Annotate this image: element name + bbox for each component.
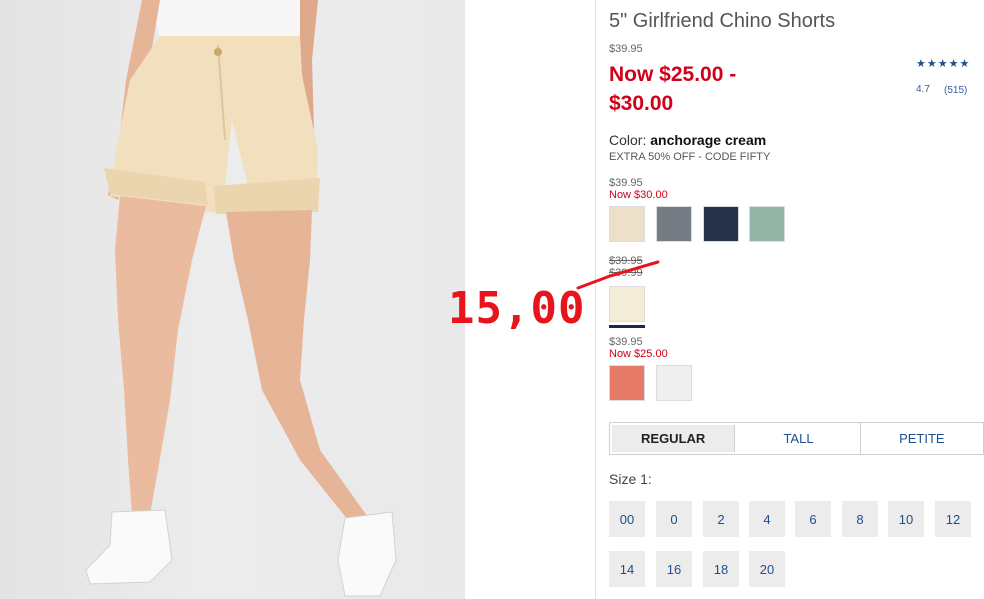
group-original-price: $39.95 bbox=[609, 255, 643, 267]
color-name: anchorage cream bbox=[650, 132, 767, 148]
rating-widget[interactable]: ★ ★ ★ ★ ★ 4.7 (515) bbox=[916, 58, 969, 96]
star-icon: ★ bbox=[926, 58, 937, 70]
sale-price: Now $25.00 - $30.00 bbox=[609, 63, 737, 115]
rating-value: 4.7 bbox=[916, 84, 930, 95]
size-button[interactable]: 2 bbox=[703, 501, 739, 537]
group-original-price: $39.95 bbox=[609, 336, 643, 348]
swatch-sage[interactable] bbox=[749, 206, 785, 242]
star-icon: ★ bbox=[937, 58, 948, 70]
swatch-white[interactable] bbox=[656, 365, 692, 401]
vertical-divider bbox=[595, 0, 596, 599]
annotation-price: 15,00 bbox=[448, 283, 586, 334]
size-button[interactable]: 18 bbox=[703, 551, 739, 587]
swatch-navy[interactable] bbox=[703, 206, 739, 242]
group-sale-price: $39.99 bbox=[609, 267, 643, 279]
group-sale-price: Now $30.00 bbox=[609, 189, 668, 201]
size-label: Size 1: bbox=[609, 471, 652, 487]
model-illustration bbox=[85, 0, 397, 597]
size-button[interactable]: 0 bbox=[656, 501, 692, 537]
selected-swatch-indicator bbox=[609, 325, 645, 328]
star-icon: ★ bbox=[916, 58, 926, 70]
size-button[interactable]: 16 bbox=[656, 551, 692, 587]
size-button[interactable]: 10 bbox=[888, 501, 924, 537]
size-button[interactable]: 6 bbox=[795, 501, 831, 537]
size-button[interactable]: 4 bbox=[749, 501, 785, 537]
rating-stars: ★ ★ ★ ★ ★ bbox=[916, 58, 969, 70]
tab-tall[interactable]: TALL bbox=[737, 423, 861, 454]
group-original-price: $39.95 bbox=[609, 177, 643, 189]
size-button[interactable]: 14 bbox=[609, 551, 645, 587]
star-icon: ★ bbox=[959, 58, 970, 70]
swatch-cream[interactable] bbox=[609, 206, 645, 242]
product-title: 5" Girlfriend Chino Shorts bbox=[609, 10, 836, 32]
swatch-gray[interactable] bbox=[656, 206, 692, 242]
star-icon: ★ bbox=[948, 58, 959, 70]
size-button[interactable]: 00 bbox=[609, 501, 645, 537]
promo-text: EXTRA 50% OFF - CODE FIFTY bbox=[609, 151, 771, 163]
review-count-link[interactable]: (515) bbox=[944, 85, 967, 96]
group-sale-price: Now $25.00 bbox=[609, 348, 668, 360]
tab-petite[interactable]: PETITE bbox=[861, 423, 983, 454]
fit-tabs: REGULAR TALL PETITE bbox=[609, 422, 984, 455]
swatch-coral[interactable] bbox=[609, 365, 645, 401]
color-label: Color: bbox=[609, 132, 647, 148]
color-selection: Color: anchorage cream bbox=[609, 132, 766, 148]
swatch-anchorage-cream[interactable] bbox=[609, 286, 645, 322]
size-button[interactable]: 8 bbox=[842, 501, 878, 537]
tab-regular[interactable]: REGULAR bbox=[612, 425, 736, 452]
product-image[interactable] bbox=[0, 0, 465, 599]
size-button[interactable]: 12 bbox=[935, 501, 971, 537]
original-price: $39.95 bbox=[609, 43, 643, 55]
size-button[interactable]: 20 bbox=[749, 551, 785, 587]
